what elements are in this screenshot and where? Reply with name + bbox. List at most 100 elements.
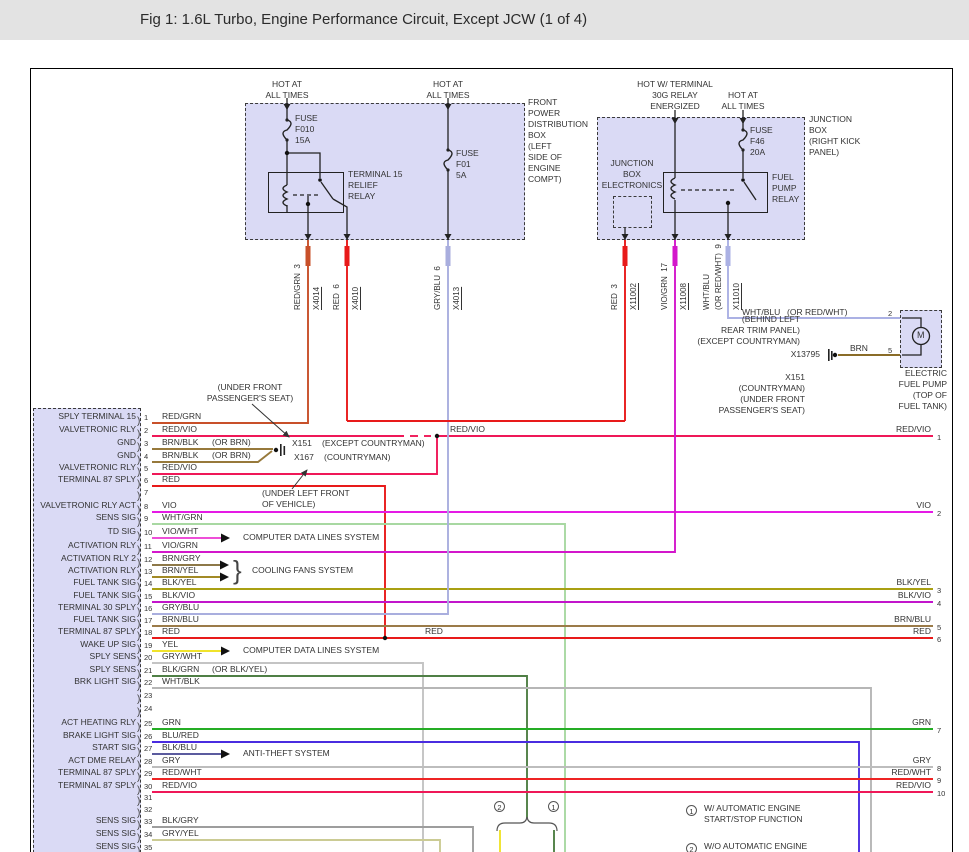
dme-wire-color-label: BRN/BLK	[162, 450, 199, 460]
dme-wire-color-label: YEL	[162, 639, 179, 649]
dme-pin-bracket: )	[137, 846, 141, 852]
fuse-dot	[285, 118, 289, 122]
dme-pin-bracket: )	[137, 558, 141, 569]
dme-pin-number: 4	[144, 452, 149, 461]
dme-pin-label: BRK LIGHT SIG	[74, 676, 136, 686]
dme-wire-color-label: RED/VIO	[162, 780, 197, 790]
text-line: ELECTRIC	[904, 368, 947, 378]
down-arrow-icon	[343, 234, 351, 240]
dme-pin-label: ACT DME RELAY	[68, 755, 136, 765]
right-pin-wire-label: VIO	[916, 500, 931, 510]
feed-hot-at-all-times-1: HOT AT ALL TIMES	[252, 79, 322, 101]
dme-pin-bracket: )	[137, 455, 141, 466]
text-line: PUMP	[772, 183, 797, 193]
text-line: (UNDER FRONT	[217, 382, 283, 392]
right-pin-number: 8	[937, 764, 942, 773]
down-arrow-icon	[283, 104, 291, 110]
x167-label: X167	[294, 452, 314, 462]
connector-name-label: X11010	[732, 283, 741, 310]
text-line: 15A	[295, 135, 311, 145]
dme-pin-bracket: )	[137, 570, 141, 581]
dme-pin-number: 25	[144, 719, 153, 728]
text-line: HOT W/ TERMINAL	[637, 79, 713, 89]
junction-dot	[725, 200, 731, 206]
x151-tag: (EXCEPT COUNTRYMAN)	[322, 438, 425, 448]
dme-pin-number: 7	[144, 488, 149, 497]
dme-pin-number: 35	[144, 843, 153, 852]
under-left-front-note: (UNDER LEFT FRONT OF VEHICLE)	[262, 488, 350, 510]
dme-wire-color-label: BRN/YEL	[162, 565, 199, 575]
right-pin-number: 6	[937, 635, 942, 644]
dme-pin-label: START SIG	[92, 742, 136, 752]
dme-pin-number: 20	[144, 653, 153, 662]
contact-dot	[741, 178, 745, 182]
dme-wire-color-label: GRY/YEL	[162, 828, 199, 838]
dme-pin-label: VALVETRONIC RLY	[59, 424, 136, 434]
connector-wire-pin-label: GRY/BLU 6	[433, 266, 442, 310]
inline-connector-bar	[831, 351, 833, 360]
dme-pin-number: 8	[144, 502, 149, 511]
connector-name-label: X11008	[679, 283, 688, 310]
down-arrow-icon	[304, 234, 312, 240]
circuit-line	[320, 181, 334, 200]
connector-name-label: X4010	[351, 286, 360, 310]
pump-pin2: 2	[888, 309, 893, 318]
text-line: TERMINAL 15	[348, 169, 403, 179]
dme-pin-bracket: )	[137, 681, 141, 692]
dme-pin-bracket: )	[137, 747, 141, 758]
text-line: ELECTRONICS	[601, 180, 663, 190]
connector-wire-pin-label: VIO/GRN 17	[660, 262, 669, 310]
dme-wire-color-label: RED	[162, 626, 180, 636]
dme-pin-label: SENS SIG	[95, 512, 136, 522]
fuse-icon	[443, 149, 453, 171]
dme-pin-number: 3	[144, 439, 149, 448]
connector-bar	[344, 246, 350, 266]
right-pin-wire-label: BRN/BLU	[894, 614, 931, 624]
right-pin-number: 1	[937, 433, 942, 442]
dme-pin-label: GND	[117, 450, 136, 460]
down-arrow-icon	[739, 118, 747, 124]
dme-pin-number: 23	[144, 691, 153, 700]
x151-countryman-note: X151 (COUNTRYMAN) (UNDER FRONT PASSENGER'S …	[645, 372, 805, 416]
circuit-line	[743, 181, 757, 201]
dme-pin-label: ACTIVATION RLY	[67, 540, 136, 550]
electric-fuel-pump-name: ELECTRIC FUEL PUMP (TOP OF FUEL TANK)	[847, 368, 948, 412]
dme-wire-color-label: GRY	[162, 755, 181, 765]
dme-pin-number: 33	[144, 817, 153, 826]
text-line: F46	[750, 136, 765, 146]
dme-pin-label: FUEL TANK SIG	[73, 590, 136, 600]
dme-pin-number: 18	[144, 628, 153, 637]
dme-wire-color-label: WHT/GRN	[162, 512, 203, 522]
dme-wire-color-label: BLK/GRY	[162, 815, 199, 825]
dme-pin-bracket: )	[137, 772, 141, 783]
cooling-brace: }	[233, 555, 242, 585]
circuit-line	[902, 344, 922, 356]
dme-pin-number: 2	[144, 426, 149, 435]
option-brace	[496, 816, 558, 832]
dme-pin-number: 30	[144, 782, 153, 791]
text-line: ALL TIMES	[265, 90, 309, 100]
down-arrow-icon	[621, 234, 629, 240]
note2-num: 2	[686, 843, 697, 852]
dme-pin-label: SPLY SENS	[89, 664, 136, 674]
computer-data-lines-ref-2: COMPUTER DATA LINES SYSTEM	[243, 645, 380, 655]
dme-pin-number: 24	[144, 704, 153, 713]
dme-wire-color-label: RED/GRN	[162, 411, 202, 421]
text-line: (UNDER LEFT FRONT	[262, 488, 350, 498]
dme-pin-label: TERMINAL 87 SPLY	[58, 626, 136, 636]
dme-pin-bracket: )	[137, 531, 141, 542]
dme-pin-bracket: )	[137, 595, 141, 606]
text-line: FUSE	[295, 113, 318, 123]
system-ref-arrow-icon	[220, 572, 229, 582]
dme-wire-color-label: WHT/BLK	[162, 676, 200, 686]
wiring-diagram-page: Fig 1: 1.6L Turbo, Engine Performance Ci…	[0, 0, 969, 852]
text-line: (EXCEPT COUNTRYMAN)	[697, 336, 800, 346]
dme-wire-color-label: GRN	[162, 717, 181, 727]
text-line: JUNCTION	[809, 114, 852, 124]
dme-wire-color-label: BLK/YEL	[162, 577, 197, 587]
fuse-dot	[446, 148, 450, 152]
right-pin-wire-label: GRN	[912, 717, 931, 727]
text-line: PANEL)	[809, 147, 840, 157]
dme-pin-label: TERMINAL 87 SPLY	[58, 780, 136, 790]
right-pin-number: 4	[937, 599, 942, 608]
